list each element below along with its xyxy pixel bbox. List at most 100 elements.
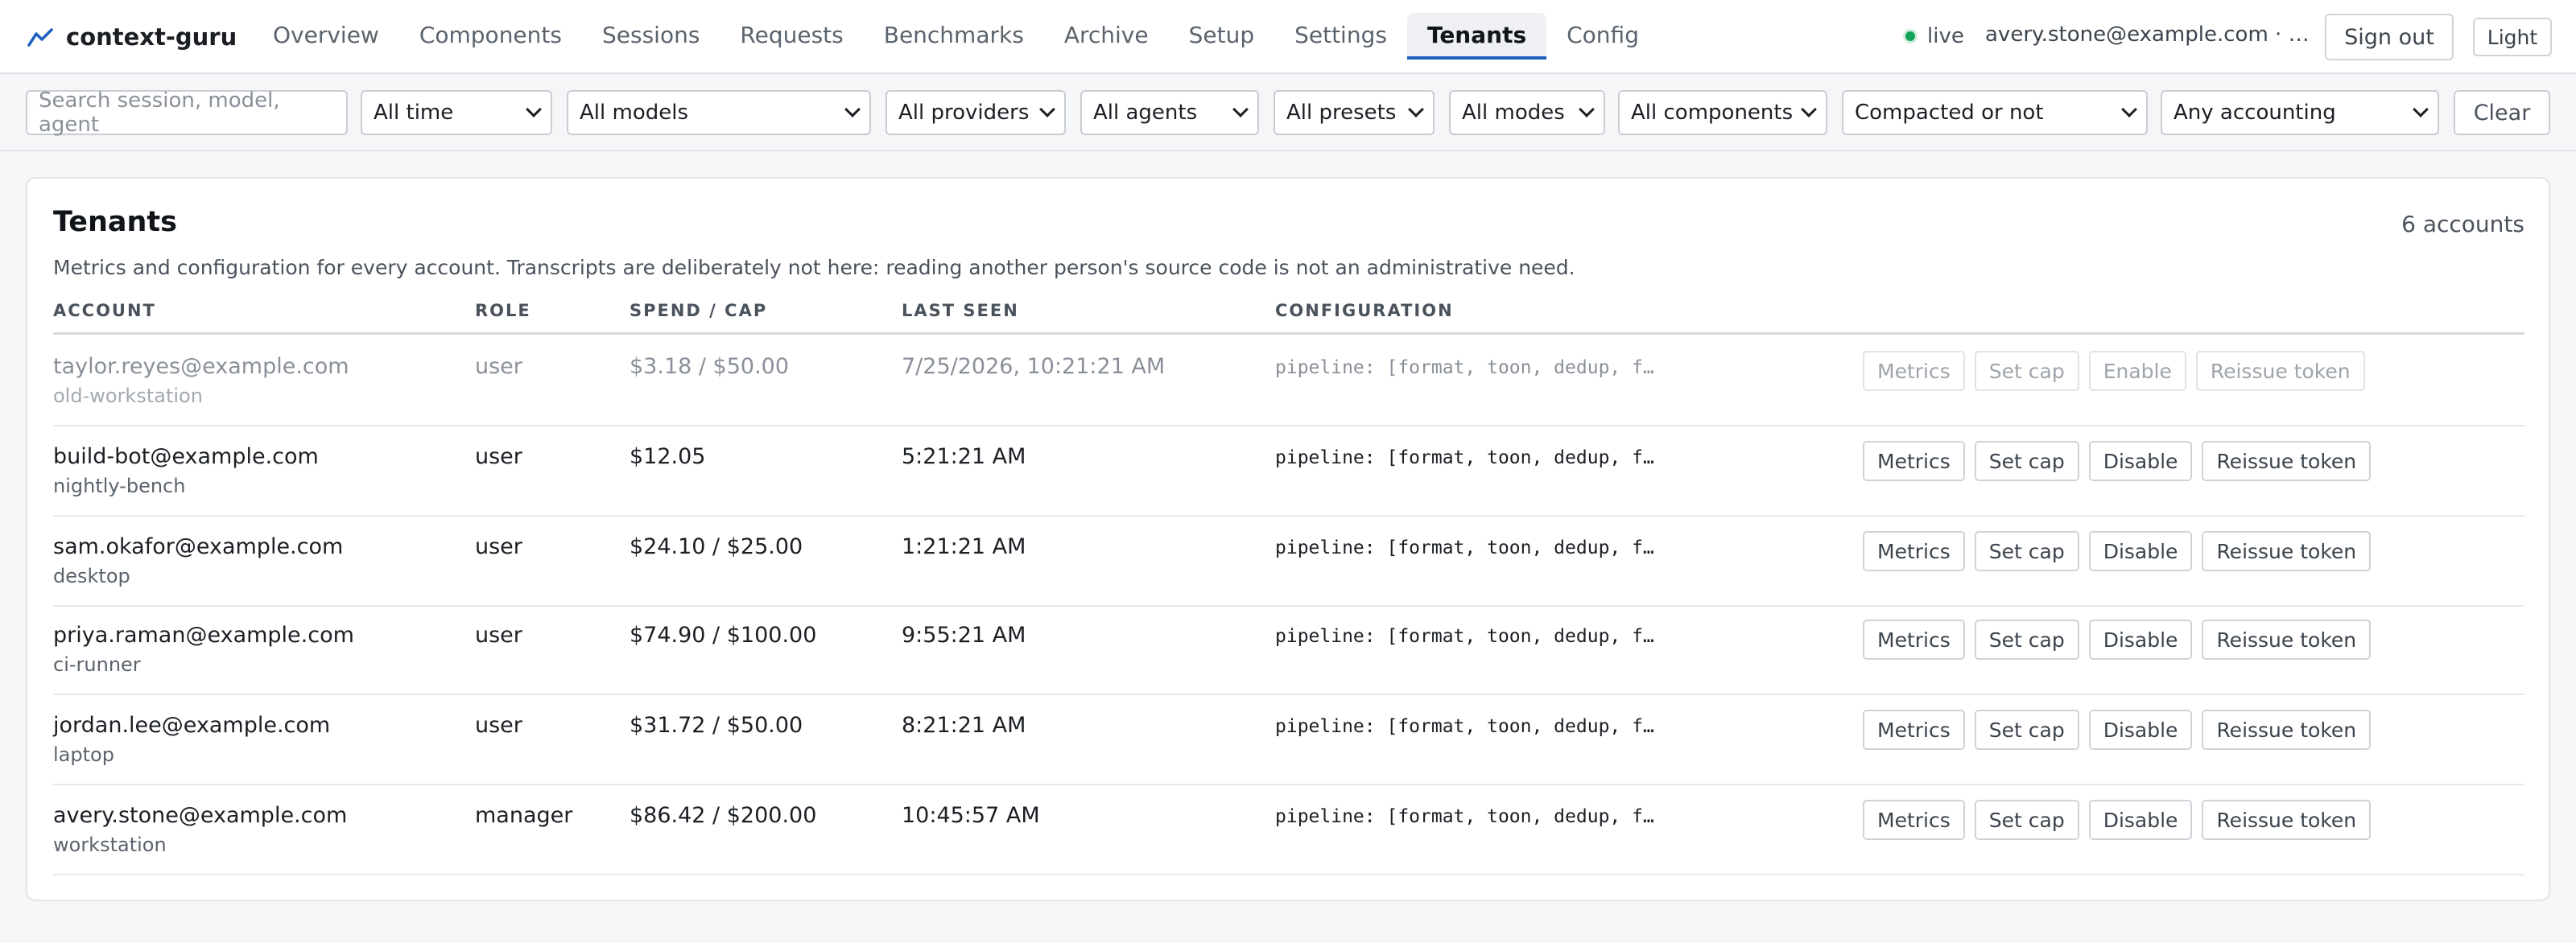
- table-row: taylor.reyes@example.com old-workstation u…: [53, 336, 2524, 426]
- account-role: user: [475, 444, 522, 469]
- providers-value: All providers: [898, 101, 1030, 125]
- account-spend: $74.90 / $100.00: [630, 623, 817, 648]
- toggle-account-button[interactable]: Disable: [2088, 531, 2193, 571]
- compaction-select[interactable]: Compacted or not: [1842, 90, 2148, 135]
- reissue-token-button[interactable]: Reissue token: [2202, 710, 2372, 750]
- account-last-seen: 1:21:21 AM: [902, 534, 1026, 559]
- account-configuration[interactable]: pipeline: [format, toon, dedup, f…: [1275, 626, 1654, 647]
- account-last-seen: 10:45:57 AM: [902, 803, 1040, 828]
- metrics-button[interactable]: Metrics: [1863, 441, 1965, 481]
- set-cap-button[interactable]: Set cap: [1974, 710, 2079, 750]
- col-account: ACCOUNT: [53, 301, 156, 320]
- account-configuration[interactable]: pipeline: [format, toon, dedup, f…: [1275, 357, 1654, 378]
- tab-config[interactable]: Config: [1546, 13, 1659, 60]
- tab-settings[interactable]: Settings: [1274, 13, 1407, 60]
- account-email: jordan.lee@example.com: [53, 713, 331, 738]
- col-spend: SPEND / CAP: [630, 301, 768, 320]
- brand[interactable]: context-guru: [27, 21, 237, 53]
- account-device: nightly-bench: [53, 475, 186, 497]
- account-last-seen: 7/25/2026, 10:21:21 AM: [902, 354, 1166, 379]
- table-row: jordan.lee@example.com laptop user $31.72 /…: [53, 695, 2524, 785]
- account-configuration[interactable]: pipeline: [format, toon, dedup, f…: [1275, 806, 1654, 827]
- set-cap-button[interactable]: Set cap: [1974, 441, 2079, 481]
- col-configuration: CONFIGURATION: [1275, 301, 1454, 320]
- tab-sessions[interactable]: Sessions: [582, 13, 720, 60]
- tab-archive[interactable]: Archive: [1044, 13, 1169, 60]
- reissue-token-button[interactable]: Reissue token: [2202, 441, 2372, 481]
- modes-select[interactable]: All modes: [1449, 90, 1605, 135]
- account-device: ci-runner: [53, 653, 141, 676]
- chevron-down-icon: [2121, 101, 2137, 117]
- clear-filters-button[interactable]: Clear: [2454, 90, 2550, 135]
- agents-select[interactable]: All agents: [1080, 90, 1259, 135]
- set-cap-button[interactable]: Set cap: [1974, 351, 2079, 391]
- tab-tenants[interactable]: Tenants: [1406, 13, 1547, 60]
- app-name: context-guru: [66, 23, 237, 51]
- accounting-select[interactable]: Any accounting: [2161, 90, 2439, 135]
- page-title: Tenants: [53, 206, 177, 238]
- components-select[interactable]: All components: [1618, 90, 1827, 135]
- tab-requests[interactable]: Requests: [720, 13, 863, 60]
- chevron-down-icon: [1039, 101, 1055, 117]
- account-role: user: [475, 354, 522, 379]
- set-cap-button[interactable]: Set cap: [1974, 620, 2079, 660]
- metrics-button[interactable]: Metrics: [1863, 800, 1965, 840]
- tab-overview[interactable]: Overview: [253, 13, 399, 60]
- account-last-seen: 9:55:21 AM: [902, 623, 1026, 648]
- providers-select[interactable]: All providers: [886, 90, 1066, 135]
- main-nav: Overview Components Sessions Requests Be…: [253, 13, 1659, 60]
- reissue-token-button[interactable]: Reissue token: [2195, 351, 2365, 391]
- toggle-account-button[interactable]: Disable: [2088, 710, 2193, 750]
- table-header: ACCOUNT ROLE SPEND / CAP LAST SEEN CONFI…: [53, 298, 2524, 335]
- account-last-seen: 5:21:21 AM: [902, 444, 1026, 469]
- set-cap-button[interactable]: Set cap: [1974, 531, 2079, 571]
- live-dot-icon: [1903, 29, 1918, 43]
- toggle-account-button[interactable]: Disable: [2088, 620, 2193, 660]
- account-email: sam.okafor@example.com: [53, 534, 344, 559]
- logo-trend-icon: [27, 27, 53, 47]
- account-spend: $12.05: [630, 444, 706, 469]
- theme-toggle-button[interactable]: Light: [2473, 18, 2552, 56]
- reissue-token-button[interactable]: Reissue token: [2202, 620, 2372, 660]
- table-row: sam.okafor@example.com desktop user $24.10 …: [53, 517, 2524, 607]
- models-select[interactable]: All models: [567, 90, 871, 135]
- metrics-button[interactable]: Metrics: [1863, 710, 1965, 750]
- col-last-seen: LAST SEEN: [902, 301, 1019, 320]
- tab-benchmarks[interactable]: Benchmarks: [864, 13, 1044, 60]
- reissue-token-button[interactable]: Reissue token: [2202, 531, 2372, 571]
- metrics-button[interactable]: Metrics: [1863, 620, 1965, 660]
- row-actions: Metrics Set cap Disable Reissue token: [1863, 531, 2372, 571]
- account-role: user: [475, 623, 522, 648]
- toggle-account-button[interactable]: Disable: [2088, 441, 2193, 481]
- account-configuration[interactable]: pipeline: [format, toon, dedup, f…: [1275, 537, 1654, 558]
- account-spend: $24.10 / $25.00: [630, 534, 803, 559]
- time-range-select[interactable]: All time: [361, 90, 552, 135]
- row-actions: Metrics Set cap Disable Reissue token: [1863, 710, 2372, 750]
- set-cap-button[interactable]: Set cap: [1974, 800, 2079, 840]
- account-configuration[interactable]: pipeline: [format, toon, dedup, f…: [1275, 447, 1654, 468]
- account-email: priya.raman@example.com: [53, 623, 354, 648]
- account-device: desktop: [53, 565, 130, 587]
- tenants-card: Tenants 6 accounts Metrics and configura…: [26, 177, 2550, 901]
- tab-setup[interactable]: Setup: [1169, 13, 1275, 60]
- account-configuration[interactable]: pipeline: [format, toon, dedup, f…: [1275, 716, 1654, 737]
- models-value: All models: [580, 101, 689, 125]
- current-user: avery.stone@example.com · workstation: [1985, 23, 2315, 47]
- accounting-value: Any accounting: [2174, 101, 2336, 125]
- row-actions: Metrics Set cap Disable Reissue token: [1863, 441, 2372, 481]
- row-actions: Metrics Set cap Disable Reissue token: [1863, 620, 2372, 660]
- tab-components[interactable]: Components: [399, 13, 582, 60]
- search-input[interactable]: Search session, model, agent: [26, 89, 348, 137]
- presets-select[interactable]: All presets: [1274, 90, 1435, 135]
- reissue-token-button[interactable]: Reissue token: [2202, 800, 2372, 840]
- sign-out-button[interactable]: Sign out: [2325, 14, 2454, 60]
- toggle-account-button[interactable]: Enable: [2088, 351, 2186, 391]
- metrics-button[interactable]: Metrics: [1863, 531, 1965, 571]
- compaction-value: Compacted or not: [1855, 101, 2044, 125]
- toggle-account-button[interactable]: Disable: [2088, 800, 2193, 840]
- metrics-button[interactable]: Metrics: [1863, 351, 1965, 391]
- top-nav-bar: context-guru Overview Components Session…: [0, 0, 2576, 74]
- chevron-down-icon: [1408, 101, 1424, 117]
- accounts-count: 6 accounts: [2401, 211, 2524, 237]
- time-range-value: All time: [374, 101, 454, 125]
